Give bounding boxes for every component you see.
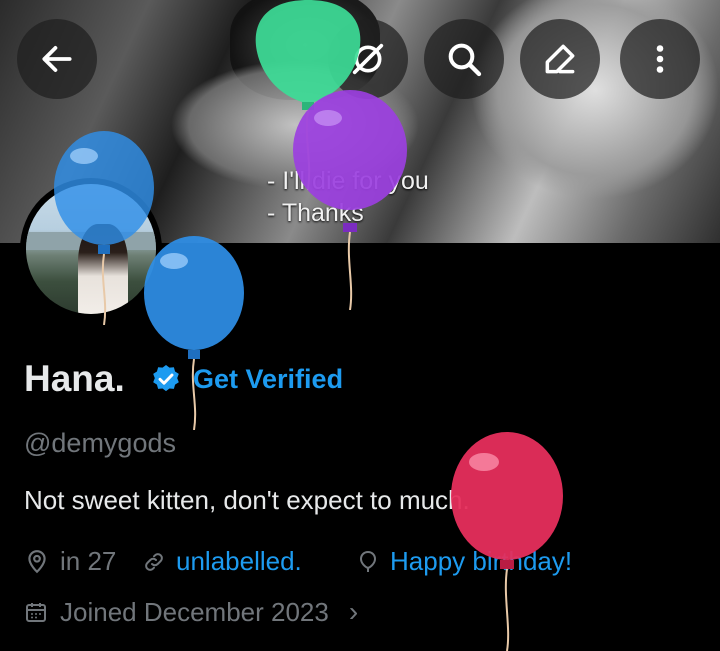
calendar-icon	[26, 603, 46, 622]
balloon-red	[451, 432, 563, 651]
balloon-icon	[359, 550, 377, 572]
back-icon	[42, 46, 72, 72]
website-link[interactable]: unlabelled.	[176, 546, 302, 577]
search-icon	[448, 43, 482, 77]
more-button[interactable]	[620, 19, 700, 99]
more-icon	[656, 45, 664, 73]
location-text: in 27	[60, 546, 117, 576]
location-pin-icon	[28, 549, 46, 573]
joined-text: Joined December 2023	[60, 596, 329, 627]
profile-name: Hana.	[24, 358, 125, 399]
profile-handle: @demygods	[24, 428, 176, 458]
balloon-purple	[293, 90, 407, 310]
website-item[interactable]: unlabelled.	[142, 546, 302, 577]
chevron-right-icon[interactable]: ›	[349, 596, 358, 628]
edit-icon	[545, 44, 575, 74]
location-item: in 27	[24, 546, 116, 577]
link-icon	[145, 552, 163, 571]
balloon-blue	[144, 236, 244, 430]
search-button[interactable]	[424, 19, 504, 99]
profile-bio: Not sweet kitten, don't expect to much.	[24, 485, 470, 515]
edit-button[interactable]	[520, 19, 600, 99]
back-button[interactable]	[17, 19, 97, 99]
joined-item: Joined December 2023 ›	[24, 596, 358, 628]
